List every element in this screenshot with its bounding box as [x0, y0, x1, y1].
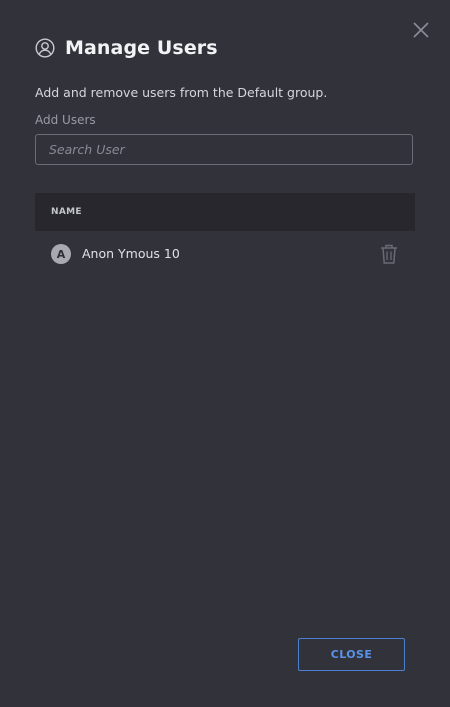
trash-icon[interactable] — [379, 243, 399, 265]
search-field[interactable] — [35, 134, 413, 165]
column-header-name: NAME — [51, 207, 82, 217]
dialog-description: Add and remove users from the Default gr… — [35, 85, 328, 100]
avatar: A — [51, 244, 71, 264]
search-input[interactable] — [36, 135, 412, 164]
dialog-header: Manage Users — [35, 34, 218, 62]
user-name: Anon Ymous 10 — [82, 246, 180, 261]
page-title: Manage Users — [65, 37, 218, 59]
close-button[interactable]: CLOSE — [298, 638, 405, 671]
close-x-icon[interactable] — [411, 20, 431, 40]
table-row: A Anon Ymous 10 — [35, 241, 415, 267]
add-users-label: Add Users — [35, 113, 96, 127]
user-circle-icon — [35, 38, 55, 58]
table-header: NAME — [35, 193, 415, 231]
